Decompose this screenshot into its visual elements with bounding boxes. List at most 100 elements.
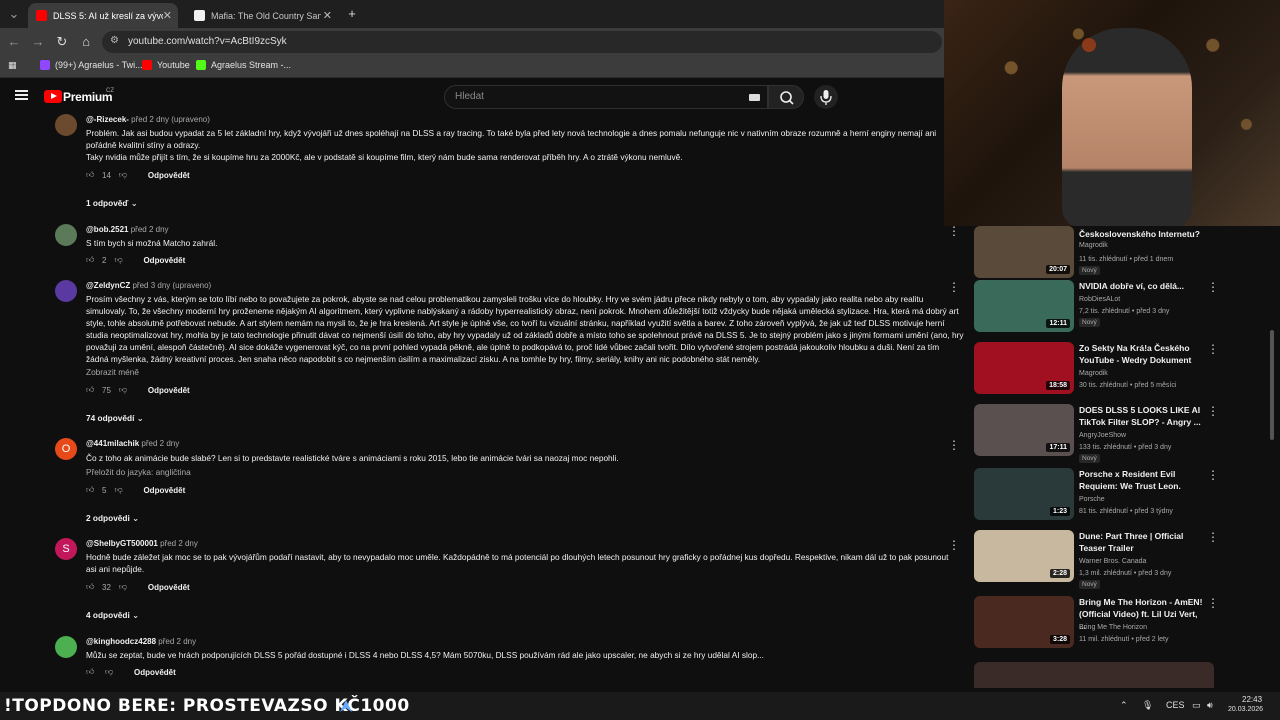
more-actions-icon[interactable]: ⋮	[948, 224, 960, 238]
avatar[interactable]	[55, 280, 77, 302]
author-name[interactable]: @ShelbyGT500001	[86, 539, 158, 548]
home-icon[interactable]: ⌂	[78, 34, 94, 50]
more-actions-icon[interactable]: ⋮	[948, 538, 960, 552]
reply-button[interactable]: Odpovědět	[148, 583, 190, 592]
recommended-video[interactable]: 3:28 Bring Me The Horizon - AmEN! (Offic…	[974, 596, 1270, 658]
author-name[interactable]: @-Rizecek-	[86, 115, 129, 124]
more-actions-icon[interactable]: ⋮	[1207, 596, 1219, 610]
channel-name[interactable]: Porsche	[1079, 494, 1105, 505]
author-name[interactable]: @ZeldynCZ	[86, 281, 130, 290]
bookmark-youtube[interactable]: Youtube	[142, 60, 190, 70]
author-name[interactable]: @bob.2521	[86, 225, 128, 234]
replies-toggle[interactable]: 2 odpovědi ⌄	[86, 513, 139, 523]
recommended-video[interactable]: 20:07 Československého Internetu? Magrod…	[974, 226, 1270, 288]
video-title[interactable]: DOES DLSS 5 LOOKS LIKE AI TikTok Filter …	[1079, 404, 1205, 428]
dislike-icon[interactable]: 👎︎	[119, 582, 130, 593]
reply-button[interactable]: Odpovědět	[148, 171, 190, 180]
more-actions-icon[interactable]: ⋮	[1207, 530, 1219, 544]
clock-time[interactable]: 22:43	[1242, 695, 1262, 704]
forward-icon[interactable]: →	[30, 34, 46, 50]
tab-inactive[interactable]: Mafia: The Old Country San Celeste ✕	[186, 3, 338, 28]
recommended-video[interactable]: 12:11 NVIDIA dobře ví, co dělá... RobDie…	[974, 280, 1270, 342]
dislike-icon[interactable]: 👎︎	[119, 170, 130, 181]
video-title[interactable]: Československého Internetu?	[1079, 228, 1205, 240]
video-title[interactable]: Zo Sekty Na Krá!a Českého YouTube - Wedr…	[1079, 342, 1205, 366]
video-thumbnail[interactable]: 3:28	[974, 596, 1074, 648]
volume-icon[interactable]: 🔊︎	[1207, 700, 1213, 711]
video-thumbnail[interactable]: 1:23	[974, 468, 1074, 520]
youtube-logo-text[interactable]: Premium	[63, 90, 113, 104]
replies-toggle[interactable]: 1 odpověď ⌄	[86, 198, 138, 208]
channel-name[interactable]: AngryJoeShow	[1079, 430, 1126, 441]
comment-time[interactable]: před 2 dny (upraveno)	[131, 115, 210, 124]
search-input[interactable]: Hledat	[444, 85, 768, 109]
reply-button[interactable]: Odpovědět	[143, 486, 185, 495]
avatar[interactable]: S	[55, 538, 77, 560]
dislike-icon[interactable]: 👎︎	[119, 385, 130, 396]
avatar[interactable]	[55, 114, 77, 136]
reply-button[interactable]: Odpovědět	[134, 668, 176, 677]
voice-search-button[interactable]	[814, 85, 838, 109]
video-title[interactable]: Porsche x Resident Evil Requiem: We Trus…	[1079, 468, 1205, 492]
search-button[interactable]	[768, 85, 804, 109]
channel-name[interactable]: RobDiesALot	[1079, 294, 1120, 305]
sidebar-scrollbar[interactable]	[1270, 330, 1274, 440]
network-icon[interactable]: ▭	[1192, 700, 1201, 711]
video-thumbnail[interactable]: 12:11	[974, 280, 1074, 332]
video-thumbnail[interactable]	[974, 662, 1214, 688]
video-title[interactable]: Dune: Part Three | Official Teaser Trail…	[1079, 530, 1205, 554]
video-thumbnail[interactable]: 18:58	[974, 342, 1074, 394]
microphone-tray-icon[interactable]: 🎙︎	[1142, 700, 1153, 711]
tab-active[interactable]: DLSS 5: AI už kreslí za vývojáře ✕	[28, 3, 178, 28]
url-input[interactable]: ⚙ youtube.com/watch?v=AcBtI9zcSyk	[102, 31, 942, 53]
recommended-video[interactable]: 1:23 Porsche x Resident Evil Requiem: We…	[974, 468, 1270, 530]
like-icon[interactable]: 👍︎	[86, 255, 97, 266]
tab-list-icon[interactable]: ⌄	[6, 6, 22, 22]
close-tab-icon[interactable]: ✕	[163, 9, 172, 22]
back-icon[interactable]: ←	[6, 34, 22, 50]
video-title[interactable]: NVIDIA dobře ví, co dělá...	[1079, 280, 1205, 292]
like-icon[interactable]: 👍︎	[86, 170, 97, 181]
recommended-video[interactable]: 18:58 Zo Sekty Na Krá!a Českého YouTube …	[974, 342, 1270, 404]
recommended-video[interactable]: 2:28 Dune: Part Three | Official Teaser …	[974, 530, 1270, 592]
translate-link[interactable]: Přeložit do jazyka: angličtina	[86, 466, 966, 478]
new-tab-icon[interactable]: +	[344, 6, 360, 22]
replies-toggle[interactable]: 4 odpovědi ⌄	[86, 610, 139, 620]
author-name[interactable]: @kinghoodcz4288	[86, 637, 156, 646]
reload-icon[interactable]: ↻	[54, 34, 70, 50]
more-actions-icon[interactable]: ⋮	[1207, 342, 1219, 356]
more-actions-icon[interactable]: ⋮	[948, 280, 960, 294]
dislike-icon[interactable]: 👎︎	[114, 485, 125, 496]
show-less-link[interactable]: Zobrazit méně	[86, 366, 966, 378]
avatar[interactable]	[55, 224, 77, 246]
video-thumbnail[interactable]: 17:11	[974, 404, 1074, 456]
channel-name[interactable]: Magrodik	[1079, 368, 1108, 379]
input-language[interactable]: CES	[1166, 700, 1185, 710]
recommended-video[interactable]: 17:11 DOES DLSS 5 LOOKS LIKE AI TikTok F…	[974, 404, 1270, 466]
channel-name[interactable]: Bring Me The Horizon	[1079, 622, 1147, 633]
comment-time[interactable]: před 2 dny	[141, 439, 179, 448]
like-icon[interactable]: 👍︎	[86, 385, 97, 396]
more-actions-icon[interactable]: ⋮	[1207, 404, 1219, 418]
like-icon[interactable]: 👍︎	[86, 667, 97, 678]
clock-date[interactable]: 20.03.2026	[1228, 706, 1263, 713]
avatar[interactable]	[55, 636, 77, 658]
comment-time[interactable]: před 2 dny	[160, 539, 198, 548]
tray-expand-icon[interactable]: ⌃	[1120, 700, 1128, 711]
comment-time[interactable]: před 2 dny	[158, 637, 196, 646]
video-thumbnail[interactable]: 2:28	[974, 530, 1074, 582]
steam-icon[interactable]	[338, 698, 354, 714]
site-info-icon[interactable]: ⚙	[110, 35, 119, 46]
comment-time[interactable]: před 2 dny	[131, 225, 169, 234]
dislike-icon[interactable]: 👎︎	[105, 667, 116, 678]
more-actions-icon[interactable]: ⋮	[1207, 280, 1219, 294]
close-tab-icon[interactable]: ✕	[323, 9, 332, 22]
channel-name[interactable]: Magrodik	[1079, 240, 1108, 251]
youtube-logo-icon[interactable]	[44, 90, 62, 103]
bookmark-kick[interactable]: Agraelus Stream -...	[196, 60, 291, 70]
comment-time[interactable]: před 3 dny (upraveno)	[132, 281, 211, 290]
more-actions-icon[interactable]: ⋮	[948, 438, 960, 452]
like-icon[interactable]: 👍︎	[86, 582, 97, 593]
author-name[interactable]: @441milachik	[86, 439, 139, 448]
avatar[interactable]: O	[55, 438, 77, 460]
